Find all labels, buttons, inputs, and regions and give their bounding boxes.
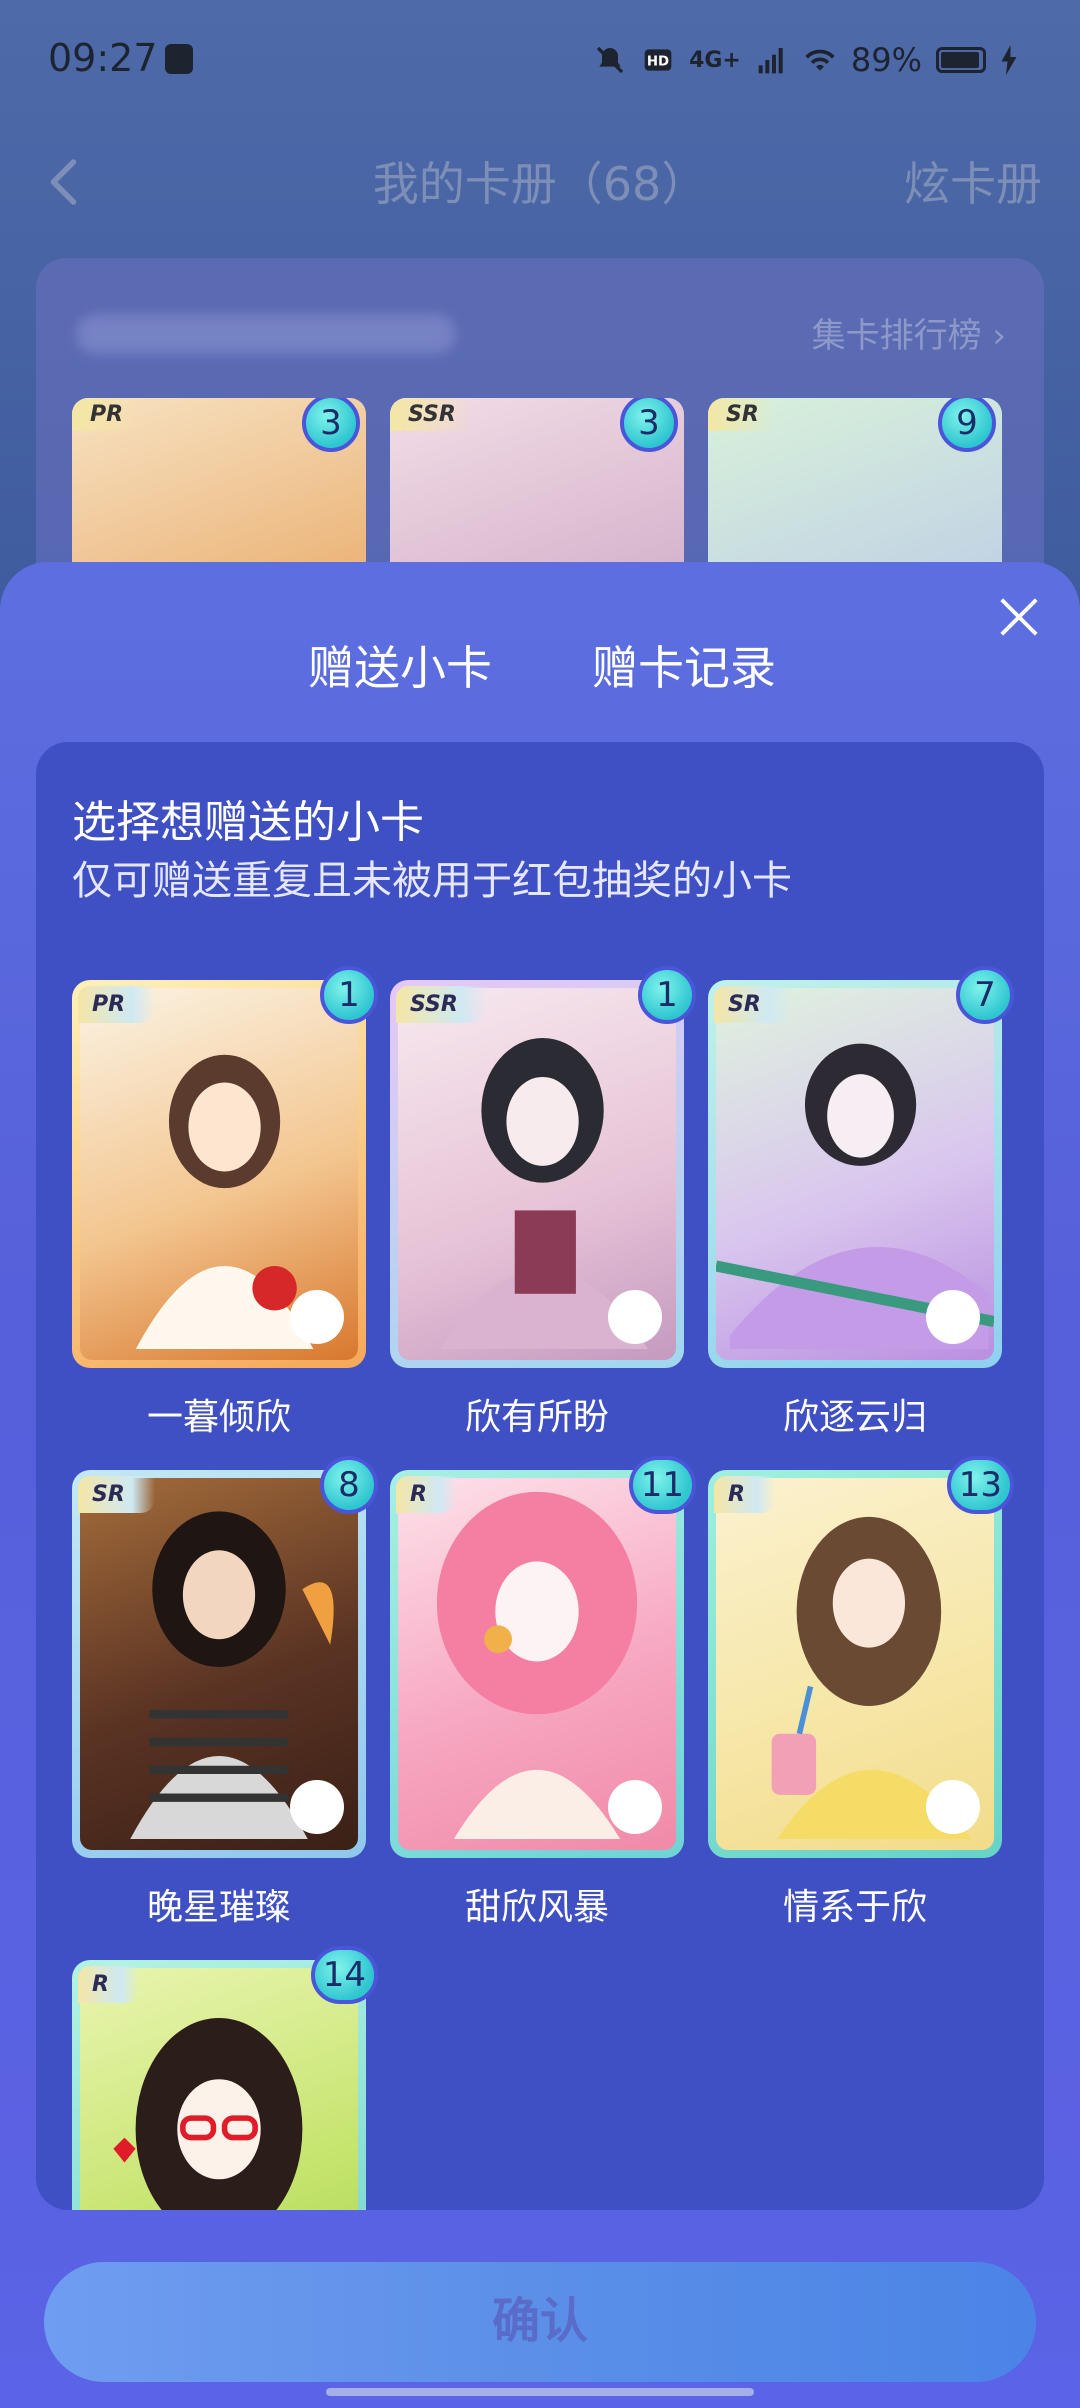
- card-item[interactable]: R 13 情系于欣: [708, 1456, 1014, 1930]
- select-radio[interactable]: [290, 1290, 344, 1344]
- card-item[interactable]: SR 8 晚星璀璨: [72, 1456, 378, 1930]
- card-name: 甜欣风暴: [464, 1887, 609, 1928]
- rarity-tag: R: [714, 1476, 775, 1513]
- card-item[interactable]: PR 1 一暮倾欣: [72, 966, 378, 1440]
- rarity-tag: SR: [78, 1476, 155, 1513]
- count-badge: 1: [638, 966, 696, 1024]
- card-item[interactable]: SR 7 欣逐云归: [708, 966, 1014, 1440]
- confirm-button[interactable]: 确认: [44, 2262, 1036, 2382]
- signal-icon: [758, 48, 783, 74]
- select-radio[interactable]: [926, 1290, 980, 1344]
- show-album-button[interactable]: 炫卡册: [904, 148, 1042, 214]
- mute-bell-icon: [596, 46, 624, 74]
- status-icons: HD 4G+ 89%: [593, 40, 1018, 80]
- top-bar: 我的卡册（68） 炫卡册: [0, 130, 1080, 240]
- network-type: 4G+: [689, 47, 741, 73]
- card-select-panel: 选择想赠送的小卡 仅可赠送重复且未被用于红包抽奖的小卡 PR 1 一暮倾欣 SS…: [36, 742, 1044, 2210]
- ranking-link[interactable]: 集卡排行榜 ›: [812, 308, 1006, 357]
- card-name: 欣逐云归: [782, 1397, 927, 1438]
- count-badge: 1: [320, 966, 378, 1024]
- count-badge: 3: [302, 398, 360, 452]
- rarity-tag: SSR: [390, 398, 472, 431]
- hd-icon: HD: [644, 49, 672, 71]
- rarity-tag: SR: [708, 398, 775, 431]
- svg-text:HD: HD: [647, 54, 669, 69]
- count-badge: 13: [946, 1456, 1014, 1514]
- rarity-tag: PR: [72, 398, 140, 431]
- select-radio[interactable]: [608, 1290, 662, 1344]
- select-radio[interactable]: [926, 1780, 980, 1834]
- portrait-illustration: [113, 2018, 303, 2210]
- card-name: 一暮倾欣: [146, 1397, 291, 1438]
- select-radio[interactable]: [290, 1780, 344, 1834]
- tab-bar: 赠送小卡 赠卡记录: [0, 632, 1080, 764]
- wifi-icon: [805, 49, 835, 71]
- card-frame[interactable]: R 14: [72, 1946, 378, 2210]
- count-badge: 8: [320, 1456, 378, 1514]
- card-frame[interactable]: SR 7: [708, 966, 1014, 1368]
- select-hint: 仅可赠送重复且未被用于红包抽奖的小卡: [72, 858, 792, 904]
- notification-app-icon: [165, 44, 193, 74]
- count-badge: 9: [938, 398, 996, 452]
- card-frame[interactable]: SR 8: [72, 1456, 378, 1858]
- count-badge: 11: [628, 1456, 696, 1514]
- count-badge: 3: [620, 398, 678, 452]
- tab-gift-record[interactable]: 赠卡记录: [592, 632, 776, 698]
- status-bar: 09:27 HD 4G+ 89%: [0, 0, 1080, 130]
- gift-card-sheet: 赠送小卡 赠卡记录 选择想赠送的小卡 仅可赠送重复且未被用于红包抽奖的小卡 PR…: [0, 562, 1080, 2408]
- select-heading: 选择想赠送的小卡: [72, 797, 424, 848]
- card-frame[interactable]: SSR 1: [390, 966, 696, 1368]
- card-illustration: [80, 1968, 358, 2210]
- card-frame[interactable]: PR 1: [72, 966, 378, 1368]
- battery-icon: [936, 47, 986, 73]
- card-name: 欣有所盼: [464, 1397, 609, 1438]
- rarity-tag: R: [78, 1966, 139, 2003]
- count-badge: 7: [956, 966, 1014, 1024]
- home-indicator: [326, 2388, 754, 2396]
- card-item[interactable]: R 11 甜欣风暴: [390, 1456, 696, 1930]
- count-badge: 14: [310, 1946, 378, 2004]
- card-frame[interactable]: R 11: [390, 1456, 696, 1858]
- rarity-tag: SSR: [396, 986, 488, 1023]
- card-name: 情系于欣: [782, 1887, 927, 1928]
- status-time: 09:27: [48, 36, 158, 80]
- blurred-username: [76, 314, 456, 354]
- battery-percent: 89%: [850, 41, 922, 79]
- tab-gift-card[interactable]: 赠送小卡: [308, 632, 492, 698]
- card-item[interactable]: R 14: [72, 1946, 378, 2210]
- card-item[interactable]: SSR 1 欣有所盼: [390, 966, 696, 1440]
- rarity-tag: SR: [714, 986, 791, 1023]
- card-frame[interactable]: R 13: [708, 1456, 1014, 1858]
- rarity-tag: R: [396, 1476, 457, 1513]
- rarity-tag: PR: [78, 986, 156, 1023]
- select-radio[interactable]: [608, 1780, 662, 1834]
- card-name: 晚星璀璨: [146, 1887, 291, 1928]
- charging-icon: [1001, 45, 1017, 75]
